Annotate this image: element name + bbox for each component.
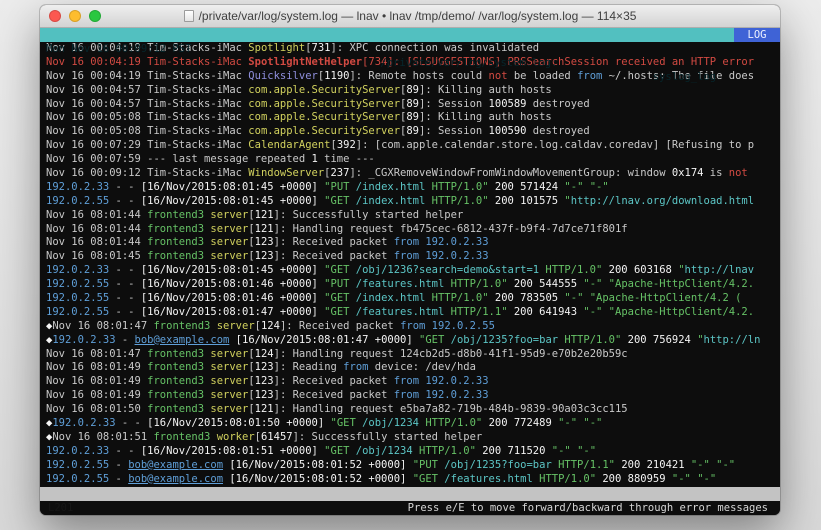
traffic-lights — [49, 10, 101, 22]
log-line: ◆Nov 16 08:01:51 frontend3 worker[61457]… — [46, 431, 780, 445]
log-line: Nov 16 00:04:57 Tim-Stacks-iMac com.appl… — [46, 84, 780, 98]
log-line: 192.0.2.55 - - [16/Nov/2015:08:01:46 +00… — [46, 292, 780, 306]
log-line: Nov 16 08:01:49 frontend3 server[123]: R… — [46, 389, 780, 403]
log-line: 192.0.2.55 - - [16/Nov/2015:08:01:46 +00… — [46, 278, 780, 292]
titlebar[interactable]: /private/var/log/system.log — lnav • lna… — [40, 5, 780, 28]
window-title: /private/var/log/system.log — lnav • lna… — [199, 9, 637, 23]
log-line: 192.0.2.33 - - [16/Nov/2015:08:01:45 +00… — [46, 264, 780, 278]
title-area: /private/var/log/system.log — lnav • lna… — [184, 9, 637, 23]
status-view-badge: LOG — [734, 28, 780, 42]
log-line: 192.0.2.55 - - [16/Nov/2015:08:01:47 +00… — [46, 306, 780, 320]
log-line: ◆192.0.2.33 - - [16/Nov/2015:08:01:50 +0… — [46, 417, 780, 431]
minimize-button[interactable] — [69, 10, 81, 22]
terminal-screen[interactable]: Mon Nov 16 00:09:12 PST /private/var/log… — [40, 28, 780, 515]
log-line: Nov 16 00:05:08 Tim-Stacks-iMac com.appl… — [46, 111, 780, 125]
log-line: Nov 16 08:01:49 frontend3 server[123]: R… — [46, 375, 780, 389]
log-line: Nov 16 00:07:59 --- last message repeate… — [46, 153, 780, 167]
status-scroll-percent: 55% — [142, 515, 161, 516]
log-line: Nov 16 00:07:29 Tim-Stacks-iMac Calendar… — [46, 139, 780, 153]
close-button[interactable] — [49, 10, 61, 22]
document-icon[interactable] — [184, 10, 194, 22]
log-line: Nov 16 00:05:08 Tim-Stacks-iMac com.appl… — [46, 125, 780, 139]
log-line: Nov 16 00:04:57 Tim-Stacks-iMac com.appl… — [46, 98, 780, 112]
log-line: Nov 16 08:01:44 frontend3 server[121]: S… — [46, 209, 780, 223]
log-line: ◆192.0.2.33 - bob@example.com [16/Nov/20… — [46, 334, 780, 348]
status-message-line: Press e/E to move forward/backward throu… — [40, 501, 780, 515]
log-line: Nov 16 00:09:12 Tim-Stacks-iMac WindowSe… — [46, 167, 780, 181]
status-line-number: L201 — [48, 501, 73, 515]
log-line: Nov 16 08:01:47 frontend3 server[124]: H… — [46, 348, 780, 362]
log-line: 192.0.2.55 - bob@example.com [16/Nov/201… — [46, 473, 780, 487]
lnav-bottom-status-bar: L201 55% 0 hits ?:View Help — [40, 487, 780, 501]
log-lines: Nov 16 00:04:19 Tim-Stacks-iMac Spotligh… — [40, 42, 780, 487]
log-line: ◆Nov 16 08:01:47 frontend3 server[124]: … — [46, 320, 780, 334]
log-line: Nov 16 08:01:45 frontend3 server[123]: R… — [46, 250, 780, 264]
log-line: 192.0.2.33 - - [16/Nov/2015:08:01:45 +00… — [46, 181, 780, 195]
log-line: Nov 16 08:01:44 frontend3 server[123]: R… — [46, 236, 780, 250]
log-line: 192.0.2.33 - - [16/Nov/2015:08:01:51 +00… — [46, 445, 780, 459]
log-line: Nov 16 08:01:50 frontend3 server[121]: H… — [46, 403, 780, 417]
status-filename: /private/var/log/system.log: — [380, 56, 557, 70]
terminal-window: /private/var/log/system.log — lnav • lna… — [40, 5, 780, 515]
lnav-top-status-bar: Mon Nov 16 00:09:12 PST /private/var/log… — [40, 28, 780, 42]
status-clock: Mon Nov 16 00:09:12 PST — [46, 42, 191, 56]
log-line: 192.0.2.55 - - [16/Nov/2015:08:01:45 +00… — [46, 195, 780, 209]
log-line: Nov 16 08:01:44 frontend3 server[121]: H… — [46, 223, 780, 237]
status-log-format: syslog_log — [653, 70, 716, 84]
log-line: 192.0.2.55 - bob@example.com [16/Nov/201… — [46, 459, 780, 473]
zoom-button[interactable] — [89, 10, 101, 22]
log-line: Nov 16 08:01:49 frontend3 server[123]: R… — [46, 361, 780, 375]
